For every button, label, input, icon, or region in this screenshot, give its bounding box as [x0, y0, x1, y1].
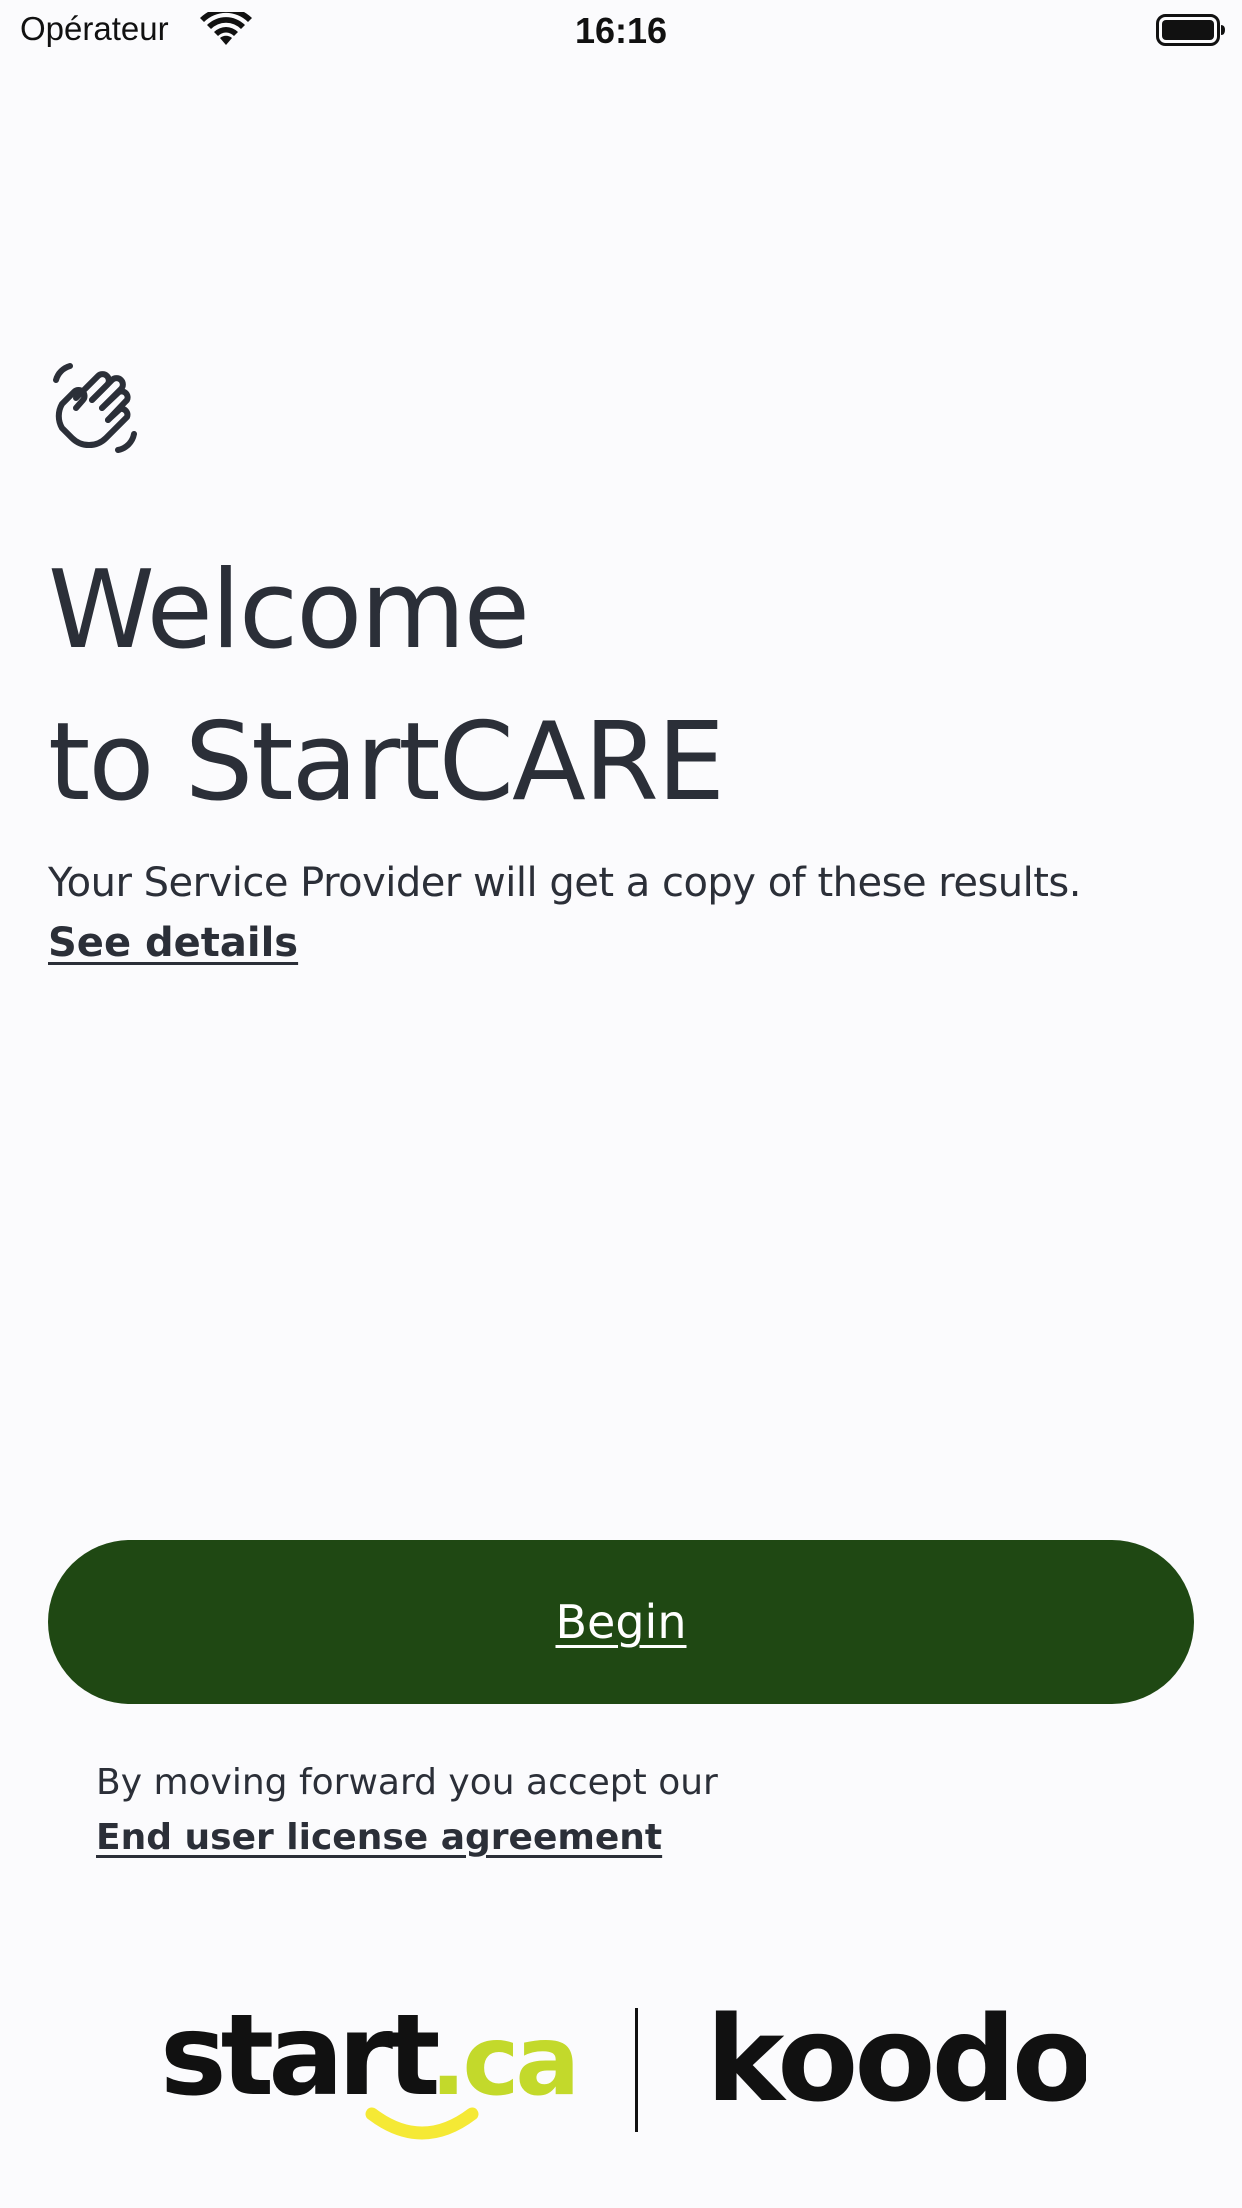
- eula-link[interactable]: End user license agreement: [96, 1817, 662, 1858]
- start-logo-suffix: .ca: [430, 2005, 576, 2117]
- status-bar: Opérateur 16:16: [0, 0, 1242, 62]
- partner-logos: start .ca koodo: [0, 1990, 1242, 2150]
- subtitle-text: Your Service Provider will get a copy of…: [48, 860, 1082, 906]
- start-logo-text: start: [160, 2002, 438, 2121]
- title-line-2: to StartCARE: [48, 700, 725, 825]
- clock: 16:16: [574, 10, 668, 51]
- page-title: Welcome to StartCARE: [48, 535, 725, 839]
- battery-icon: [1156, 14, 1225, 46]
- see-details-link[interactable]: See details: [48, 920, 298, 966]
- waving-hand-icon: [53, 363, 137, 453]
- start-ca-logo: start .ca: [160, 2002, 580, 2140]
- logo-divider: [635, 2008, 638, 2132]
- koodo-logo: koodo: [706, 1990, 1086, 2128]
- title-line-1: Welcome: [48, 548, 530, 673]
- welcome-screen: Opérateur 16:16 Welcome to StartCARE You…: [0, 0, 1242, 2208]
- consent-text: By moving forward you accept our: [96, 1762, 718, 1803]
- begin-button[interactable]: Begin: [48, 1540, 1194, 1704]
- koodo-logo-text: koodo: [706, 1990, 1086, 2128]
- begin-button-label: Begin: [555, 1595, 687, 1649]
